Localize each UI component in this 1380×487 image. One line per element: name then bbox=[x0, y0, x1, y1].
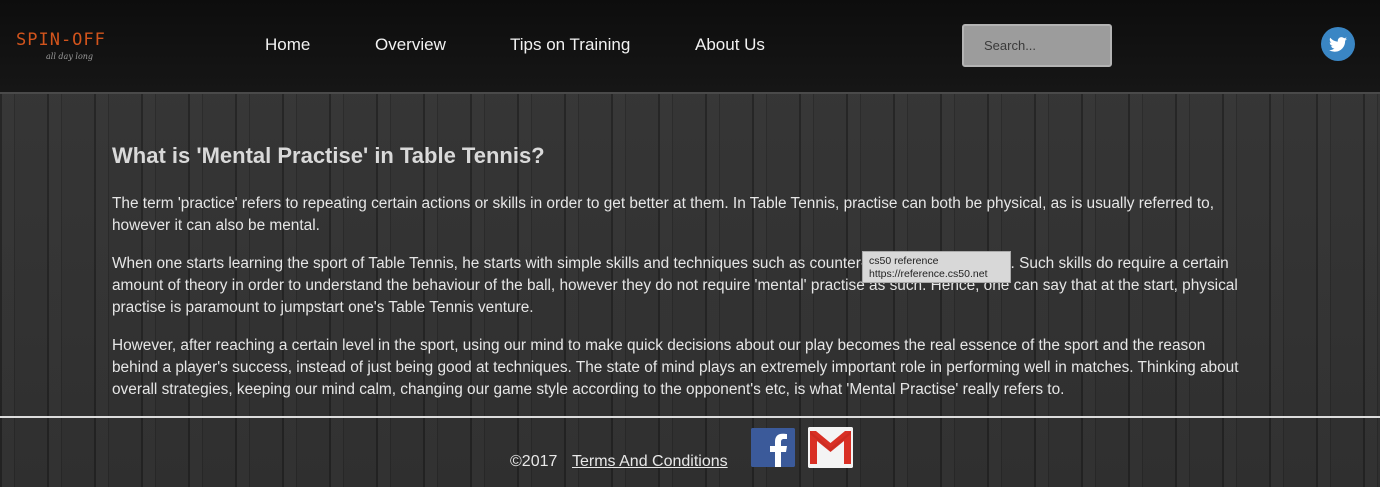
page-title: What is 'Mental Practise' in Table Tenni… bbox=[112, 143, 545, 168]
nav-tips-on-training[interactable]: Tips on Training bbox=[510, 35, 630, 55]
copyright: ©2017 bbox=[510, 453, 558, 470]
logo-subtitle: all day long bbox=[46, 52, 94, 61]
facebook-icon[interactable] bbox=[751, 428, 795, 467]
nav-overview[interactable]: Overview bbox=[375, 35, 446, 55]
site-header: SPIN-OFF all day long Home Overview Tips… bbox=[0, 0, 1380, 94]
tooltip-title: cs50 reference bbox=[869, 255, 939, 267]
search-input[interactable] bbox=[962, 24, 1112, 67]
paragraph-intro: The term 'practice' refers to repeating … bbox=[112, 195, 1215, 234]
link-tooltip: cs50 reference https://reference.cs50.ne… bbox=[862, 251, 1011, 283]
logo-title: SPIN-OFF bbox=[16, 30, 106, 50]
tooltip-url: https://reference.cs50.net bbox=[869, 268, 988, 280]
paragraph-beginner: When one starts learning the sport of Ta… bbox=[112, 255, 1238, 316]
gmail-icon[interactable] bbox=[808, 427, 853, 468]
nav-home[interactable]: Home bbox=[265, 35, 310, 55]
logo[interactable]: SPIN-OFF all day long bbox=[16, 30, 106, 61]
nav-about-us[interactable]: About Us bbox=[695, 35, 765, 55]
twitter-icon[interactable] bbox=[1321, 27, 1355, 61]
paragraph-advanced: However, after reaching a certain level … bbox=[112, 337, 1239, 398]
footer-divider bbox=[0, 416, 1380, 418]
terms-link[interactable]: Terms And Conditions bbox=[572, 453, 728, 471]
